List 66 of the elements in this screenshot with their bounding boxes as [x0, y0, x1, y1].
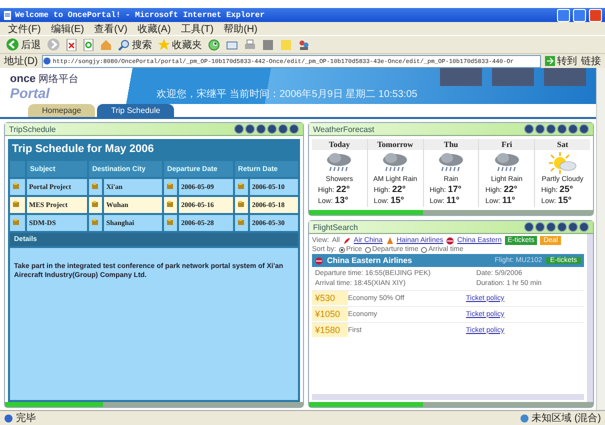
folder-icon: [166, 182, 174, 190]
day-name: Tomorrow: [368, 139, 423, 150]
tab[interactable]: Homepage: [28, 104, 96, 117]
menu-item[interactable]: 收藏(A): [137, 22, 171, 36]
fare-price: ¥1050: [312, 307, 348, 321]
folder-icon: [12, 200, 20, 208]
folder-icon: [237, 182, 246, 190]
folder-icon: [91, 182, 100, 190]
menu-item[interactable]: 文件(F): [8, 22, 41, 36]
logo-text: once: [10, 73, 36, 85]
people-icon[interactable]: [298, 38, 310, 50]
folder-icon: [12, 218, 20, 226]
close-button[interactable]: [589, 8, 602, 22]
menu-item[interactable]: 编辑(E): [50, 22, 84, 36]
panel-title: FlightSearch: [313, 222, 358, 232]
printer-icon[interactable]: [244, 38, 256, 50]
sail-logo-icon: [386, 236, 394, 244]
photo-placeholder: [544, 68, 586, 86]
refresh-icon[interactable]: [83, 38, 94, 50]
folder-icon: [166, 218, 174, 226]
bird-logo-icon: [342, 236, 351, 244]
go-arrow-icon: [545, 56, 555, 66]
minimize-button[interactable]: [557, 8, 570, 22]
folder-icon: [166, 200, 174, 208]
window-title: Welcome to OncePortal! - Microsoft Internet Explorer: [15, 10, 265, 20]
photo-placeholder: [440, 68, 482, 86]
welcome-text: 欢迎您，宋继平 当前时间：2006年5月9日 星期二 10:53:05: [156, 88, 418, 101]
menu-item[interactable]: 查看(V): [94, 22, 128, 36]
panel-title: TripSchedule: [9, 124, 56, 134]
logo-title: Portal: [10, 86, 50, 100]
menu-item[interactable]: 工具(T): [180, 22, 214, 36]
folder-icon: [12, 182, 20, 190]
folder-icon: [237, 218, 246, 226]
back-button[interactable]: 后退: [6, 38, 41, 52]
photo-placeholder: [492, 68, 534, 86]
address-label: 地址(D): [4, 54, 38, 68]
logo-subtitle: 网络平台: [38, 72, 79, 86]
folder-icon: [91, 218, 100, 226]
star-icon: [158, 38, 170, 50]
search-button[interactable]: 搜索: [118, 38, 152, 52]
stop-icon[interactable]: [66, 38, 77, 50]
maximize-button[interactable]: [573, 8, 586, 22]
fare-price: ¥530: [312, 291, 348, 305]
fare-price: ¥1580: [312, 323, 348, 337]
menu-item[interactable]: 帮助(H): [224, 22, 258, 36]
search-icon: [118, 38, 130, 50]
sun-cloud-icon: [548, 151, 578, 175]
folder-icon: [91, 200, 100, 208]
go-button[interactable]: 转到: [545, 54, 577, 68]
tab[interactable]: Trip Schedule: [97, 104, 174, 117]
links-button[interactable]: 链接: [581, 54, 601, 68]
security-zone: 未知区域 (混合): [532, 412, 601, 425]
vertical-scrollbar[interactable]: [587, 234, 593, 402]
status-text: 完毕: [16, 412, 36, 425]
history-icon[interactable]: [208, 38, 220, 50]
day-name: Today: [312, 139, 367, 150]
folder-icon: [237, 200, 246, 208]
table-title: Trip Schedule for May 2006: [11, 142, 155, 157]
airline-name: China Eastern Airlines: [327, 256, 412, 265]
horizontal-scrollbar[interactable]: [312, 394, 584, 400]
day-name: Sat: [535, 139, 590, 150]
day-name: Fri: [479, 139, 534, 150]
page-scrollbar[interactable]: [596, 68, 605, 410]
day-name: Thu: [424, 139, 478, 150]
favorites-button[interactable]: 收藏夹: [158, 38, 202, 52]
panel-title: WeatherForecast: [313, 124, 374, 134]
